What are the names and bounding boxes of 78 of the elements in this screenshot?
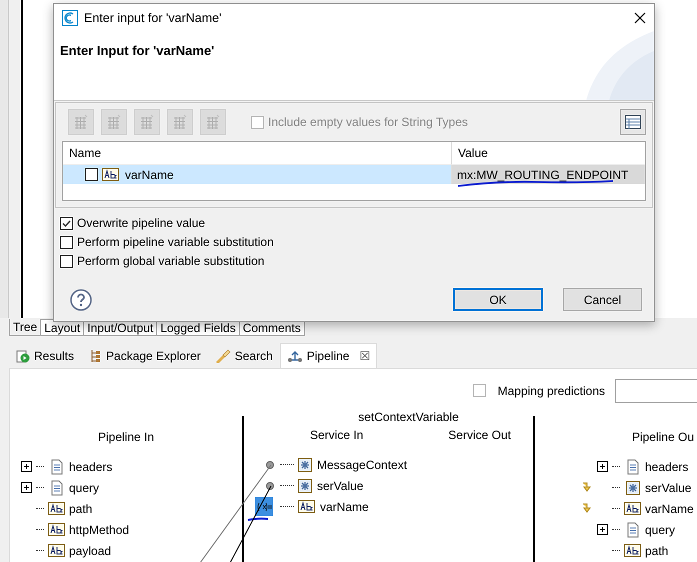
field-name[interactable]: MessageContext <box>317 458 408 472</box>
close-icon[interactable] <box>634 12 646 24</box>
object-icon <box>298 458 312 472</box>
expand-icon[interactable] <box>597 461 608 472</box>
dialog-button[interactable]: Cancel <box>563 288 642 311</box>
checkbox[interactable] <box>60 236 73 248</box>
expand-icon[interactable] <box>597 524 608 535</box>
flashlight-icon <box>214 349 231 363</box>
string-icon <box>48 523 65 536</box>
variable-icon[interactable] <box>255 497 273 516</box>
app-logo-icon <box>62 10 78 26</box>
field-name[interactable]: varName <box>645 502 694 516</box>
field-name[interactable]: varName <box>320 500 369 514</box>
filter-field[interactable] <box>615 378 697 402</box>
field-name[interactable]: path <box>69 502 92 516</box>
column-title: Pipeline In <box>98 430 154 444</box>
checkbox-label: Perform global variable substitution <box>77 254 264 268</box>
object-icon <box>298 478 312 492</box>
field-name[interactable]: headers <box>69 460 112 474</box>
field-name[interactable]: httpMethod <box>69 522 130 536</box>
document-icon <box>626 522 640 538</box>
grid-icon <box>73 114 89 130</box>
object-icon <box>626 480 640 494</box>
document-icon <box>50 480 64 496</box>
pipeline-icon <box>286 349 303 363</box>
checkbox-label: Include empty values for String Types <box>268 115 468 129</box>
checkbox-label: Perform pipeline variable substitution <box>77 235 274 249</box>
field-name[interactable]: query <box>645 522 676 536</box>
dialog-heading: Enter Input for 'varName' <box>60 43 214 58</box>
link-dot-icon[interactable] <box>266 460 274 468</box>
field-name[interactable]: path <box>645 544 668 558</box>
checkbox[interactable] <box>472 384 486 397</box>
view-tab[interactable]: Package Explorer <box>81 343 208 368</box>
string-icon <box>48 502 65 515</box>
mapped-arrow-icon <box>581 503 593 514</box>
table-view-button[interactable] <box>620 109 646 135</box>
field-name[interactable]: serValue <box>645 480 692 494</box>
field-name[interactable]: serValue <box>317 478 364 492</box>
checkbox-label: Mapping predictions <box>498 384 605 398</box>
view-tab[interactable]: Pipeline ☒ <box>280 343 378 368</box>
run-icon <box>16 349 30 363</box>
view-tab[interactable]: Search <box>208 343 280 368</box>
view-tab[interactable]: Results <box>9 343 82 368</box>
grid-icon <box>106 114 122 130</box>
checkbox[interactable] <box>60 216 73 230</box>
window-title: Enter input for 'varName' <box>84 10 222 24</box>
column-title: Service In <box>310 428 364 442</box>
underline-annotation <box>247 517 269 521</box>
string-icon <box>48 544 65 557</box>
grid-icon <box>205 114 221 130</box>
grid-icon <box>172 114 188 130</box>
field-name[interactable]: query <box>69 480 100 494</box>
string-icon <box>624 544 641 557</box>
expand-icon[interactable] <box>21 461 32 472</box>
editor-tab[interactable]: Tree <box>9 319 42 336</box>
checkbox[interactable] <box>85 168 98 181</box>
column-title: Service Out <box>448 428 511 442</box>
service-name: setContextVariable <box>357 410 459 424</box>
string-icon <box>102 168 119 181</box>
table-cell[interactable]: varName <box>63 165 452 184</box>
string-icon <box>624 502 641 515</box>
link-dot-icon[interactable] <box>266 482 274 490</box>
checkbox-label: Overwrite pipeline value <box>77 216 206 230</box>
document-icon <box>626 458 640 474</box>
field-name[interactable]: payload <box>69 544 112 558</box>
field-name[interactable]: headers <box>645 460 688 474</box>
value-cell[interactable]: mx:MW_ROUTING_ENDPOINT <box>452 165 645 184</box>
expand-icon[interactable] <box>21 482 32 493</box>
column-title: Pipeline Ou <box>632 430 694 444</box>
checkbox[interactable] <box>60 254 73 268</box>
dialog-button[interactable]: OK <box>453 288 543 311</box>
mapped-arrow-icon <box>581 482 593 493</box>
grid-icon <box>139 114 155 130</box>
document-icon <box>50 458 64 474</box>
close-icon[interactable]: ☒ <box>359 349 370 363</box>
string-icon <box>298 500 315 513</box>
help-icon[interactable] <box>70 288 92 310</box>
table-icon <box>625 115 641 129</box>
